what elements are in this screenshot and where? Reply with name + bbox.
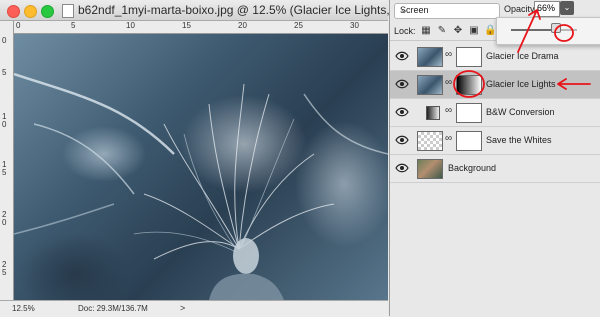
ruler-label: 1 5 [2, 160, 7, 177]
opacity-input[interactable]: 66% [534, 1, 560, 17]
image-canvas[interactable] [14, 34, 388, 300]
ruler-label: 30 [350, 21, 359, 30]
layer-row[interactable]: ∞ Glacier Ice Drama [390, 43, 600, 71]
layer-row-selected[interactable]: ∞ Glacier Ice Lights [390, 71, 600, 99]
layer-thumbnail[interactable] [417, 131, 443, 151]
layer-name[interactable]: Background [448, 163, 496, 173]
ruler-label: 1 0 [2, 112, 7, 129]
ruler-label: 2 5 [2, 260, 7, 277]
layer-row[interactable]: ∞ B&W Conversion [390, 99, 600, 127]
layer-name[interactable]: B&W Conversion [486, 107, 555, 117]
link-icon[interactable]: ∞ [445, 105, 452, 116]
ruler-label: 0 [2, 36, 7, 45]
layer-thumbnail[interactable] [417, 75, 443, 95]
layer-mask-thumbnail[interactable] [456, 103, 482, 123]
ruler-label: 20 [238, 21, 247, 30]
layer-mask-thumbnail[interactable] [456, 75, 482, 95]
layer-mask-thumbnail[interactable] [456, 131, 482, 151]
link-icon[interactable]: ∞ [445, 49, 452, 60]
chevron-down-icon: ⌄ [400, 5, 407, 14]
ruler-label: 15 [182, 21, 191, 30]
ruler-label: 10 [126, 21, 135, 30]
lock-transparent-pixels-icon[interactable]: ▦ [420, 25, 432, 37]
opacity-slider-popup [496, 17, 600, 45]
layers-panel: Screen ⌄ Opacity: 66% ⌄ Lock: ▦ ✎ ✥ ▣ 🔒 … [389, 0, 600, 316]
ruler-label: 0 [16, 21, 21, 30]
close-window-button[interactable] [7, 5, 20, 18]
layer-name[interactable]: Glacier Ice Lights [486, 79, 556, 89]
zoom-level-field[interactable]: 12.5% [12, 304, 35, 313]
lock-label: Lock: [394, 26, 416, 36]
eye-icon[interactable] [395, 107, 409, 117]
layer-thumbnail[interactable] [417, 47, 443, 67]
opacity-slider-track[interactable] [511, 29, 577, 31]
layer-thumbnail[interactable] [417, 159, 443, 179]
blend-mode-select[interactable]: Screen ⌄ [394, 3, 500, 19]
ruler-label: 5 [2, 68, 7, 77]
layer-name[interactable]: Glacier Ice Drama [486, 51, 559, 61]
ruler-label: 2 0 [2, 210, 7, 227]
lock-artboard-icon[interactable]: ▣ [468, 25, 480, 37]
ruler-horizontal[interactable]: 0 5 10 15 20 25 30 [14, 21, 388, 34]
eye-icon[interactable] [395, 163, 409, 173]
lock-position-icon[interactable]: ✥ [452, 25, 464, 37]
lock-image-pixels-icon[interactable]: ✎ [436, 25, 448, 37]
layer-row[interactable]: ∞ Save the Whites [390, 127, 600, 155]
opacity-dropdown-button[interactable]: ⌄ [560, 1, 574, 15]
ruler-vertical[interactable]: 0 5 1 0 1 5 2 0 2 5 [0, 21, 14, 300]
link-icon[interactable]: ∞ [445, 77, 452, 88]
status-menu-arrow-icon[interactable]: > [180, 303, 185, 313]
eye-icon[interactable] [395, 51, 409, 61]
document-window: b62ndf_1myi-marta-boixo.jpg @ 12.5% (Gla… [0, 0, 446, 317]
layer-row[interactable]: Background [390, 155, 600, 183]
minimize-window-button[interactable] [24, 5, 37, 18]
status-bar: 12.5% Doc: 29.3M/136.7M > [0, 300, 388, 317]
link-icon[interactable]: ∞ [445, 133, 452, 144]
layer-mask-thumbnail[interactable] [456, 47, 482, 67]
eye-icon[interactable] [395, 79, 409, 89]
photo-artwork [14, 72, 388, 300]
eye-icon[interactable] [395, 135, 409, 145]
ruler-label: 5 [71, 21, 76, 30]
document-size-info: Doc: 29.3M/136.7M [78, 304, 148, 313]
maximize-window-button[interactable] [41, 5, 54, 18]
opacity-slider-thumb[interactable] [550, 23, 561, 33]
title-bar[interactable]: b62ndf_1myi-marta-boixo.jpg @ 12.5% (Gla… [0, 0, 446, 21]
lock-all-icon[interactable]: 🔒 [484, 25, 496, 37]
document-icon [62, 4, 74, 18]
opacity-value: 66% [537, 3, 556, 13]
opacity-slider-fill [511, 29, 555, 31]
opacity-label: Opacity: [504, 4, 538, 14]
ruler-label: 25 [294, 21, 303, 30]
black-white-adjustment-icon[interactable] [426, 106, 440, 120]
layer-name[interactable]: Save the Whites [486, 135, 552, 145]
